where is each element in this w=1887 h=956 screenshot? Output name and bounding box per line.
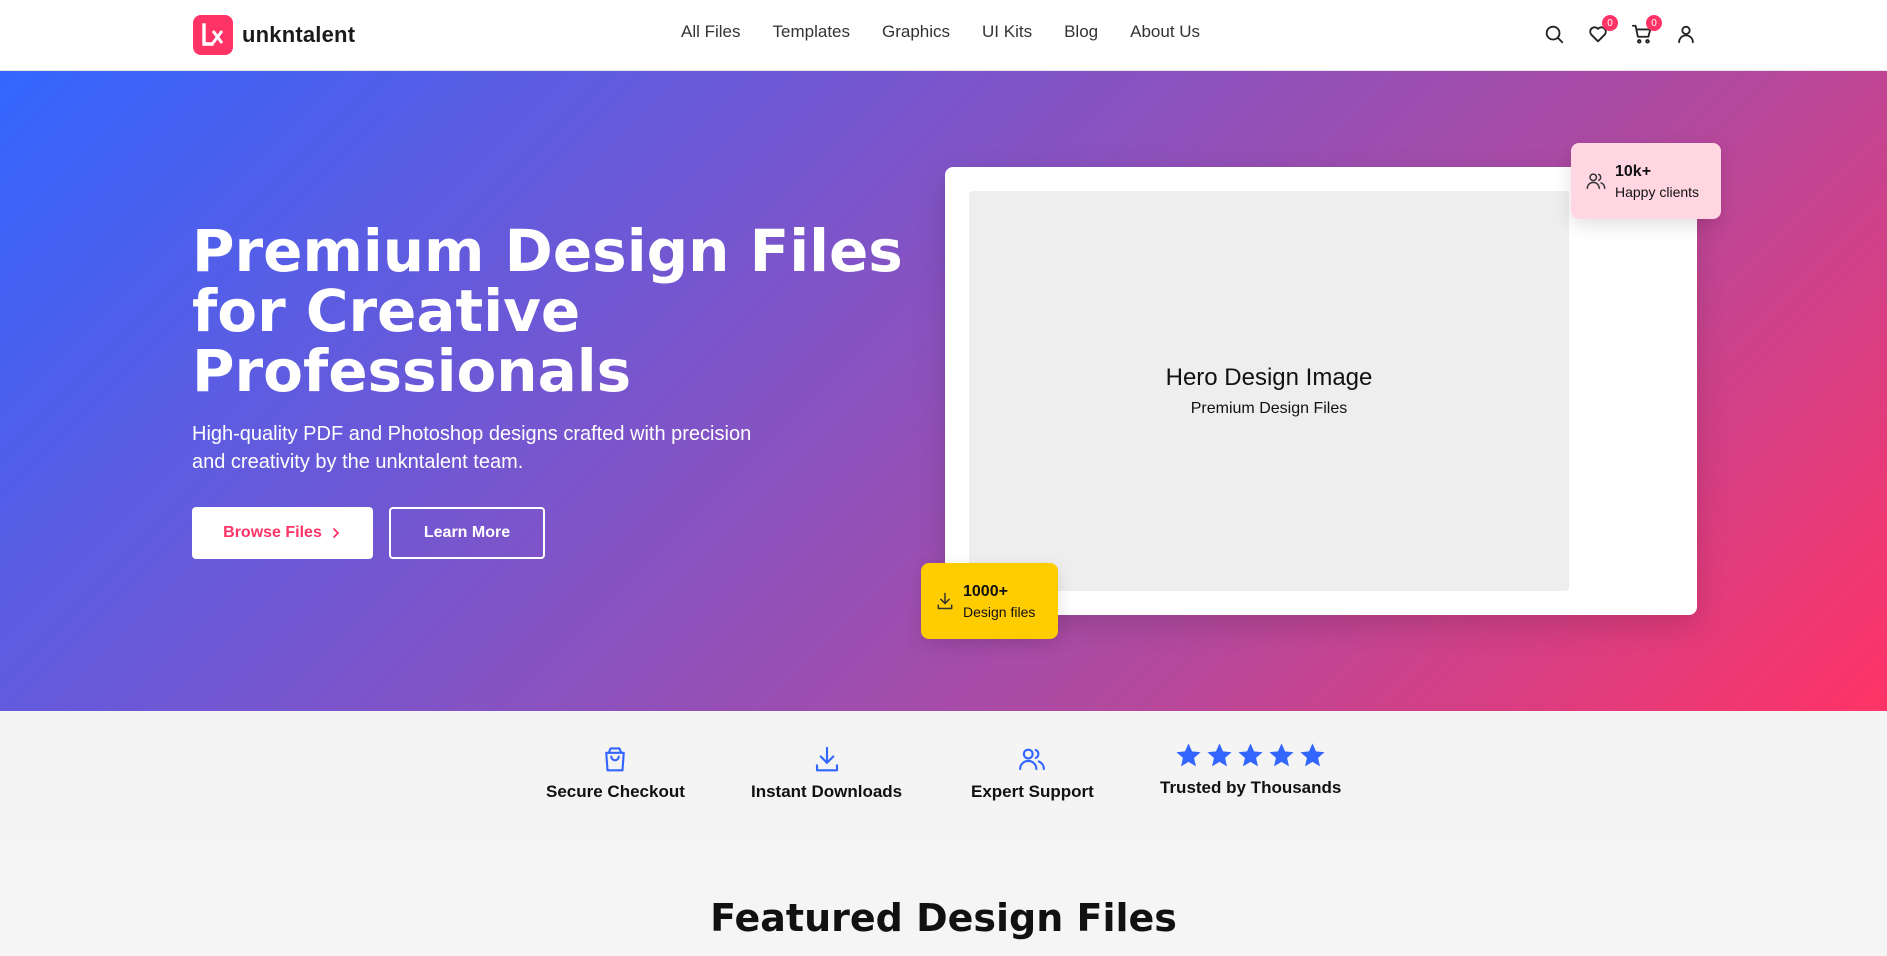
shopping-bag-icon: [605, 747, 626, 772]
nav-ui-kits[interactable]: UI Kits: [982, 22, 1032, 42]
star-icon: [1269, 743, 1294, 767]
hero-section: Premium Design Files for Creative Profes…: [0, 71, 1887, 711]
featured-section-title: Featured Design Files: [710, 896, 1177, 940]
wishlist-button[interactable]: 0: [1585, 15, 1618, 48]
cart-button[interactable]: 0: [1629, 15, 1662, 48]
users-icon: [1586, 173, 1606, 190]
star-icon: [1207, 743, 1232, 767]
search-button[interactable]: [1541, 20, 1567, 48]
brand-name: unkntalent: [242, 22, 356, 47]
search-icon: [1545, 25, 1564, 44]
nav-graphics[interactable]: Graphics: [882, 22, 950, 42]
download-icon: [815, 746, 838, 772]
star-icon: [1238, 743, 1263, 767]
browse-files-label: Browse Files: [223, 524, 322, 541]
nav-about-us[interactable]: About Us: [1130, 22, 1200, 42]
learn-more-button[interactable]: Learn More: [389, 507, 545, 559]
feature-secure-checkout: Secure Checkout: [546, 744, 685, 802]
star-icon: [1176, 743, 1201, 767]
nav-blog[interactable]: Blog: [1064, 22, 1098, 42]
account-button[interactable]: [1673, 20, 1699, 48]
features-bar: Secure Checkout Instant Downloads Expert…: [0, 711, 1887, 841]
hero-image-placeholder: Hero Design Image Premium Design Files: [969, 191, 1569, 591]
header-actions: 0 0: [1541, 15, 1699, 48]
feature-label: Expert Support: [971, 782, 1094, 801]
feature-label: Secure Checkout: [546, 782, 685, 801]
site-header: unkntalent All Files Templates Graphics …: [0, 0, 1887, 71]
wishlist-count-badge: 0: [1602, 15, 1618, 31]
feature-label: Trusted by Thousands: [1160, 778, 1342, 797]
feature-trusted: Trusted by Thousands: [1160, 741, 1341, 798]
feature-label: Instant Downloads: [751, 782, 903, 801]
design-files-card: 1000+ Design files: [921, 563, 1058, 639]
hero-image-subtitle: Premium Design Files: [1190, 400, 1348, 417]
happy-clients-label: Happy clients: [1615, 183, 1700, 200]
star-icon: [1300, 743, 1325, 767]
logo-mark-icon: [193, 15, 233, 55]
cart-count-badge: 0: [1646, 15, 1662, 31]
hero-subtitle: High-quality PDF and Photoshop designs c…: [192, 423, 752, 473]
download-icon: [937, 592, 953, 610]
rating-stars: [1174, 741, 1327, 770]
happy-clients-value: 10k+: [1615, 162, 1652, 180]
nav-all-files[interactable]: All Files: [681, 22, 741, 42]
hero-image-frame: Hero Design Image Premium Design Files: [945, 167, 1697, 615]
nav-templates[interactable]: Templates: [773, 22, 850, 42]
design-files-label: Design files: [963, 603, 1036, 620]
logo[interactable]: unkntalent: [193, 15, 355, 55]
main-nav: All Files Templates Graphics UI Kits Blo…: [681, 22, 1200, 42]
browse-files-button[interactable]: Browse Files: [192, 507, 373, 559]
learn-more-label: Learn More: [423, 524, 511, 541]
hero-title: Premium Design Files for Creative Profes…: [192, 217, 903, 405]
user-icon: [1678, 25, 1694, 44]
design-files-value: 1000+: [963, 582, 1008, 600]
happy-clients-card: 10k+ Happy clients: [1571, 143, 1721, 219]
users-icon: [1019, 748, 1046, 771]
feature-instant-downloads: Instant Downloads: [751, 744, 902, 802]
hero-image-title: Hero Design Image: [1165, 364, 1373, 391]
chevron-right-icon: [332, 528, 340, 538]
feature-expert-support: Expert Support: [971, 744, 1094, 802]
